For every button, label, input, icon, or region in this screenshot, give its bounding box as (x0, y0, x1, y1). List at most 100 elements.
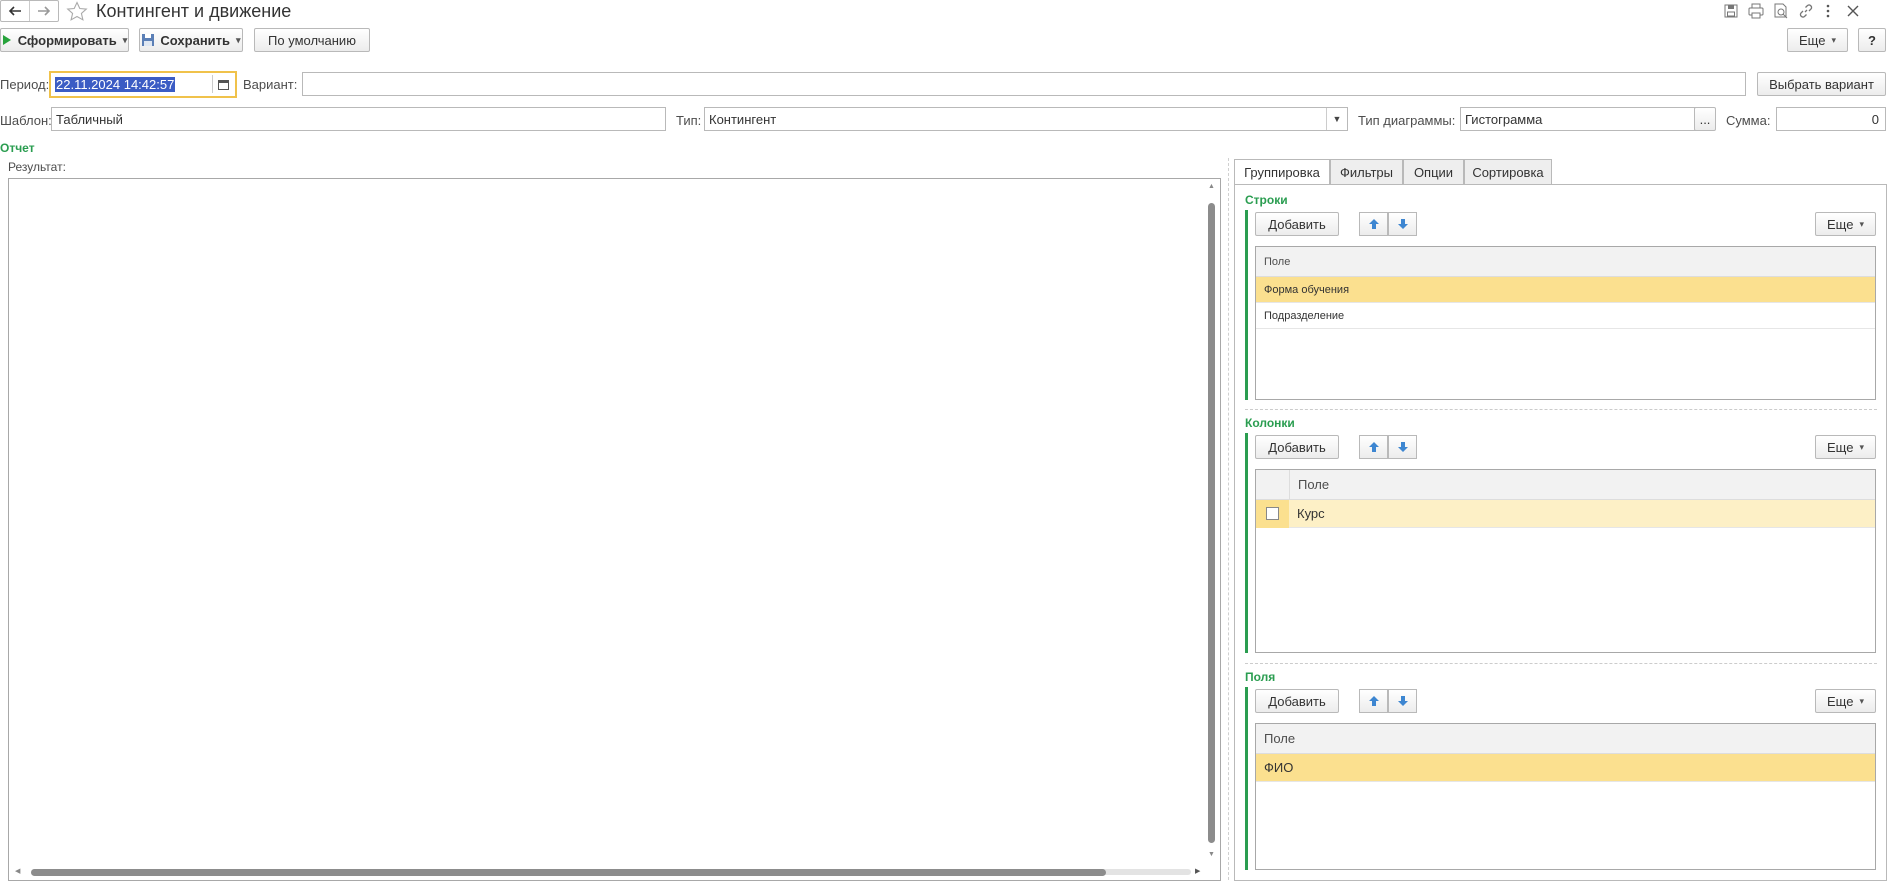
columns-table-header: Поле (1256, 470, 1875, 500)
variant-field[interactable] (302, 72, 1746, 96)
period-label: Период: (0, 77, 50, 92)
rows-item-label: Подразделение (1264, 309, 1345, 322)
star-icon[interactable] (66, 1, 88, 21)
chevron-down-icon: ▾ (1859, 218, 1864, 229)
panel-splitter[interactable] (1228, 158, 1229, 880)
fields-move-down-button[interactable] (1388, 689, 1417, 713)
sum-label: Сумма: (1726, 113, 1771, 128)
rows-move-up-button[interactable] (1359, 212, 1388, 236)
variant-label: Вариант: (243, 77, 298, 92)
generate-button[interactable]: Сформировать ▾ (0, 28, 129, 52)
horizontal-scrollbar[interactable]: ◀ ▶ (9, 865, 1205, 879)
rows-section-title: Строки (1245, 193, 1288, 207)
arrow-up-icon (1368, 696, 1379, 706)
columns-add-button[interactable]: Добавить (1255, 435, 1339, 459)
columns-move-up-button[interactable] (1359, 435, 1388, 459)
fields-more-button[interactable]: Еще ▾ (1815, 689, 1876, 713)
sum-field[interactable]: 0 (1776, 107, 1886, 131)
scroll-up-icon[interactable]: ▲ (1208, 183, 1215, 190)
table-row[interactable]: Форма обучения (1256, 277, 1875, 303)
table-row[interactable]: Курс (1256, 499, 1875, 528)
tab-filters[interactable]: Фильтры (1330, 159, 1403, 185)
horizontal-scroll-thumb[interactable] (31, 869, 1106, 876)
scroll-down-icon[interactable]: ▼ (1208, 851, 1215, 858)
more-menu-icon[interactable] (1824, 3, 1832, 19)
rows-add-button[interactable]: Добавить (1255, 212, 1339, 236)
columns-section-title: Колонки (1245, 416, 1295, 430)
arrow-up-icon (1368, 442, 1379, 452)
nav-buttons (0, 0, 59, 22)
rows-item-label: Форма обучения (1264, 283, 1350, 296)
play-icon (2, 35, 11, 45)
chart-type-field[interactable]: Гистограмма (1460, 107, 1696, 131)
chart-type-ellipsis-button[interactable]: ... (1694, 107, 1716, 131)
chevron-down-icon[interactable]: ▼ (1326, 108, 1347, 130)
template-field[interactable]: Табличный (51, 107, 666, 131)
fields-table-header: Поле (1256, 724, 1875, 754)
arrow-down-icon (1397, 442, 1408, 452)
table-row[interactable]: Подразделение (1256, 303, 1875, 329)
tab-sorting[interactable]: Сортировка (1464, 159, 1552, 185)
arrow-up-icon (1368, 219, 1379, 229)
more-button[interactable]: Еще ▾ (1787, 28, 1848, 52)
section-divider (1245, 663, 1877, 664)
checkbox-column-header (1256, 470, 1290, 500)
rows-table-header: Поле (1256, 247, 1875, 277)
columns-more-label: Еще (1827, 439, 1854, 455)
scroll-right-icon[interactable]: ▶ (1195, 867, 1200, 875)
floppy-icon (142, 34, 155, 46)
back-arrow-icon[interactable] (1, 1, 30, 21)
rows-move-down-button[interactable] (1388, 212, 1417, 236)
save-icon[interactable] (1724, 4, 1738, 18)
scroll-left-icon[interactable]: ◀ (15, 867, 20, 875)
vertical-scrollbar[interactable]: ▲ ▼ (1205, 179, 1219, 864)
close-icon[interactable] (1846, 4, 1860, 18)
fields-table[interactable]: Поле ФИО (1255, 723, 1876, 870)
fields-column-header: Поле (1264, 731, 1296, 746)
generate-label: Сформировать (17, 32, 117, 48)
rows-table[interactable]: Поле Форма обучения Подразделение (1255, 246, 1876, 400)
fields-more-label: Еще (1827, 693, 1854, 709)
columns-move-down-button[interactable] (1388, 435, 1417, 459)
chevron-down-icon: ▾ (1831, 34, 1836, 45)
result-document[interactable]: ▲ ▼ ◀ ▶ (8, 178, 1221, 881)
section-divider (1245, 409, 1877, 410)
rows-section-bar (1245, 210, 1248, 400)
link-icon[interactable] (1798, 3, 1814, 19)
columns-more-button[interactable]: Еще ▾ (1815, 435, 1876, 459)
checkbox-cell (1256, 499, 1289, 528)
template-label: Шаблон: (0, 113, 52, 128)
sum-value: 0 (1871, 111, 1879, 127)
columns-column-header: Поле (1298, 477, 1330, 492)
row-checkbox[interactable] (1266, 507, 1279, 520)
save-button[interactable]: Сохранить ▾ (139, 28, 243, 52)
result-label: Результат: (8, 160, 66, 174)
tab-grouping[interactable]: Группировка (1234, 159, 1330, 185)
columns-section-bar (1245, 433, 1248, 653)
arrow-down-icon (1397, 696, 1408, 706)
rows-more-button[interactable]: Еще ▾ (1815, 212, 1876, 236)
report-group-title: Отчет (0, 141, 35, 155)
columns-table[interactable]: Поле Курс (1255, 469, 1876, 653)
forward-arrow-icon[interactable] (30, 1, 58, 21)
help-button[interactable]: ? (1858, 28, 1886, 52)
arrow-down-icon (1397, 219, 1408, 229)
period-field[interactable]: 22.11.2024 14:42:57 (49, 71, 237, 98)
chevron-down-icon: ▾ (1859, 695, 1864, 706)
save-label: Сохранить (160, 32, 231, 48)
vertical-scroll-thumb[interactable] (1208, 203, 1215, 843)
choose-variant-button[interactable]: Выбрать вариант (1757, 72, 1886, 96)
tab-options[interactable]: Опции (1403, 159, 1464, 185)
fields-move-up-button[interactable] (1359, 689, 1388, 713)
calendar-icon[interactable] (212, 75, 233, 93)
chevron-down-icon: ▾ (122, 34, 128, 45)
preview-icon[interactable] (1773, 3, 1789, 19)
chevron-down-icon: ▾ (236, 34, 241, 45)
more-label: Еще (1799, 32, 1826, 48)
default-button[interactable]: По умолчанию (254, 28, 370, 52)
fields-add-button[interactable]: Добавить (1255, 689, 1339, 713)
print-icon[interactable] (1748, 3, 1764, 19)
type-select[interactable]: Контингент ▼ (704, 107, 1348, 131)
table-row[interactable]: ФИО (1256, 754, 1875, 782)
period-value: 22.11.2024 14:42:57 (55, 77, 176, 92)
